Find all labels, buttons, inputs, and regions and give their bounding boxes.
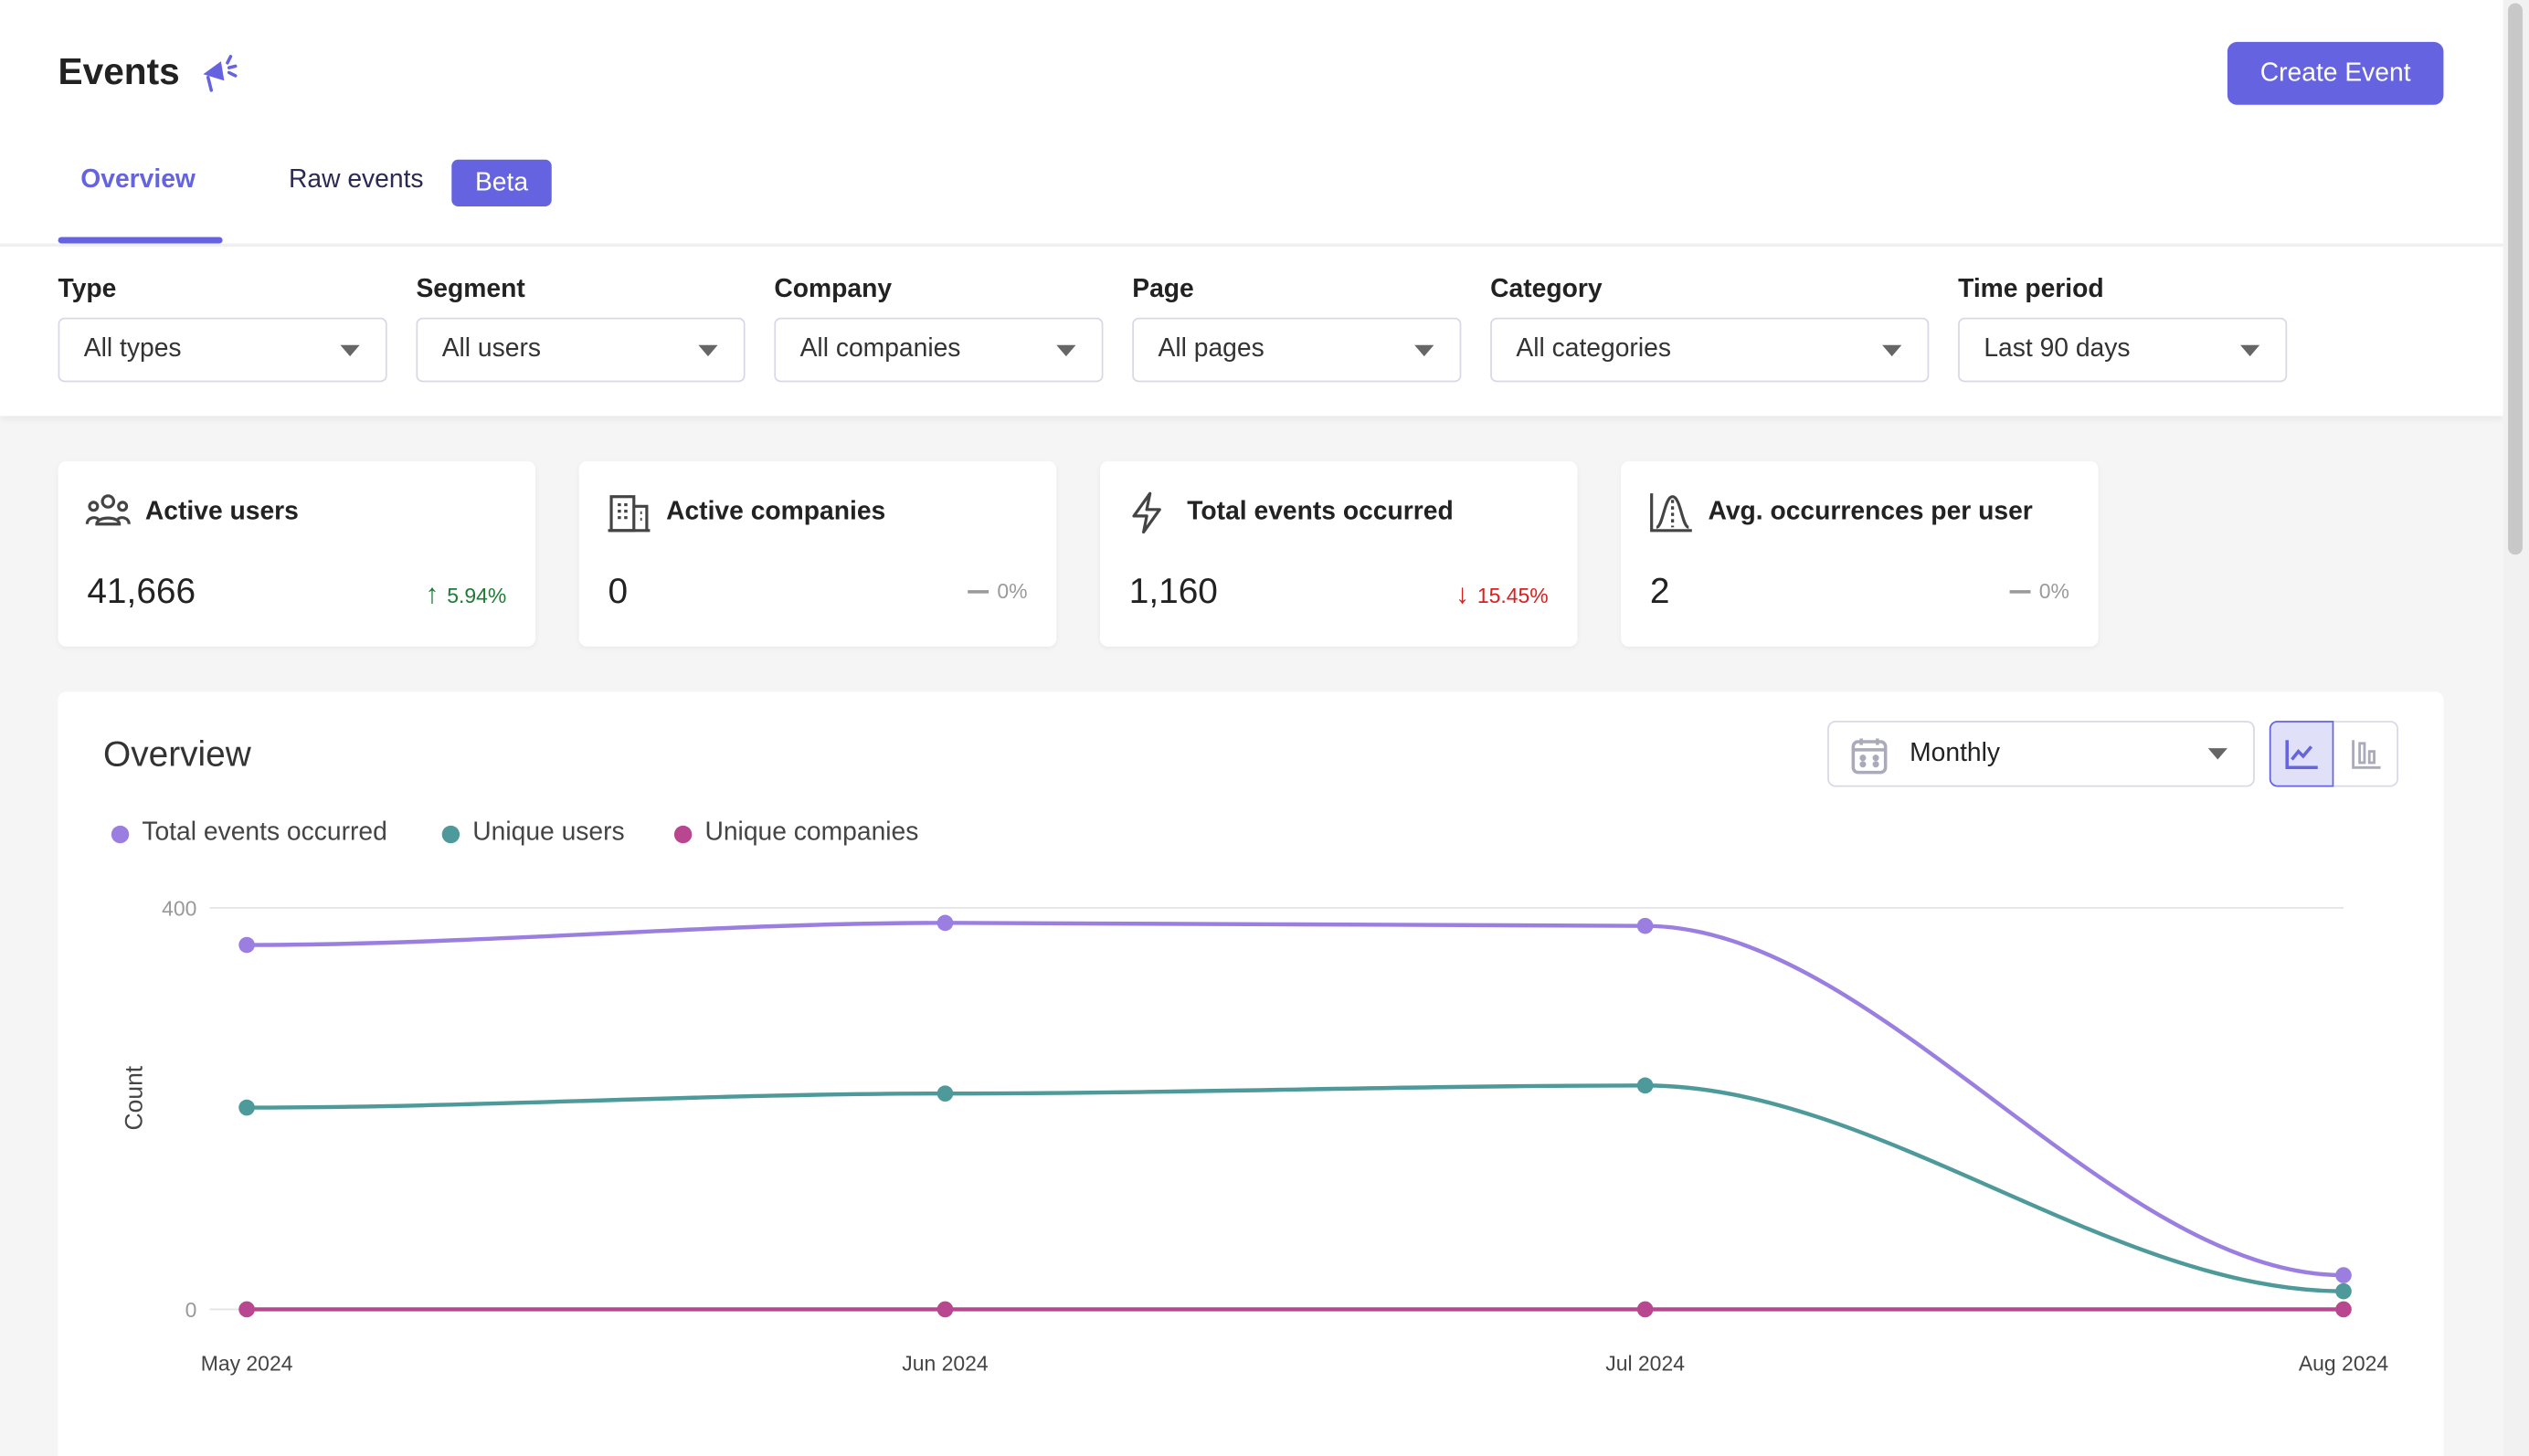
data-point[interactable] [2335,1267,2352,1283]
y-tick-label: 400 [162,897,196,921]
data-point[interactable] [238,936,255,954]
overview-line-chart: 400 0 Count May 2024 Jun 2024 Jul 2024 Aug … [120,897,2388,1376]
data-point[interactable] [238,1301,255,1318]
scrollbar-thumb[interactable] [2508,3,2523,555]
events-page: Events Create Event Overview Raw events … [0,0,2529,1456]
data-point[interactable] [2335,1282,2352,1300]
data-point[interactable] [238,1099,255,1116]
y-axis-label: Count [120,1065,147,1130]
y-tick-label: 0 [185,1298,197,1322]
x-tick-label: Aug 2024 [2299,1352,2388,1376]
data-point[interactable] [1636,1077,1654,1094]
data-point[interactable] [1636,1301,1654,1318]
series-line-1 [247,1083,2344,1293]
x-tick-label: Jul 2024 [1605,1352,1685,1376]
data-point[interactable] [936,1301,954,1318]
x-tick-label: May 2024 [201,1352,293,1376]
x-tick-label: Jun 2024 [902,1352,989,1376]
series-line-0 [247,921,2344,1278]
data-point[interactable] [936,914,954,932]
data-point[interactable] [1636,917,1654,934]
data-point[interactable] [2335,1301,2352,1318]
data-point[interactable] [936,1085,954,1102]
